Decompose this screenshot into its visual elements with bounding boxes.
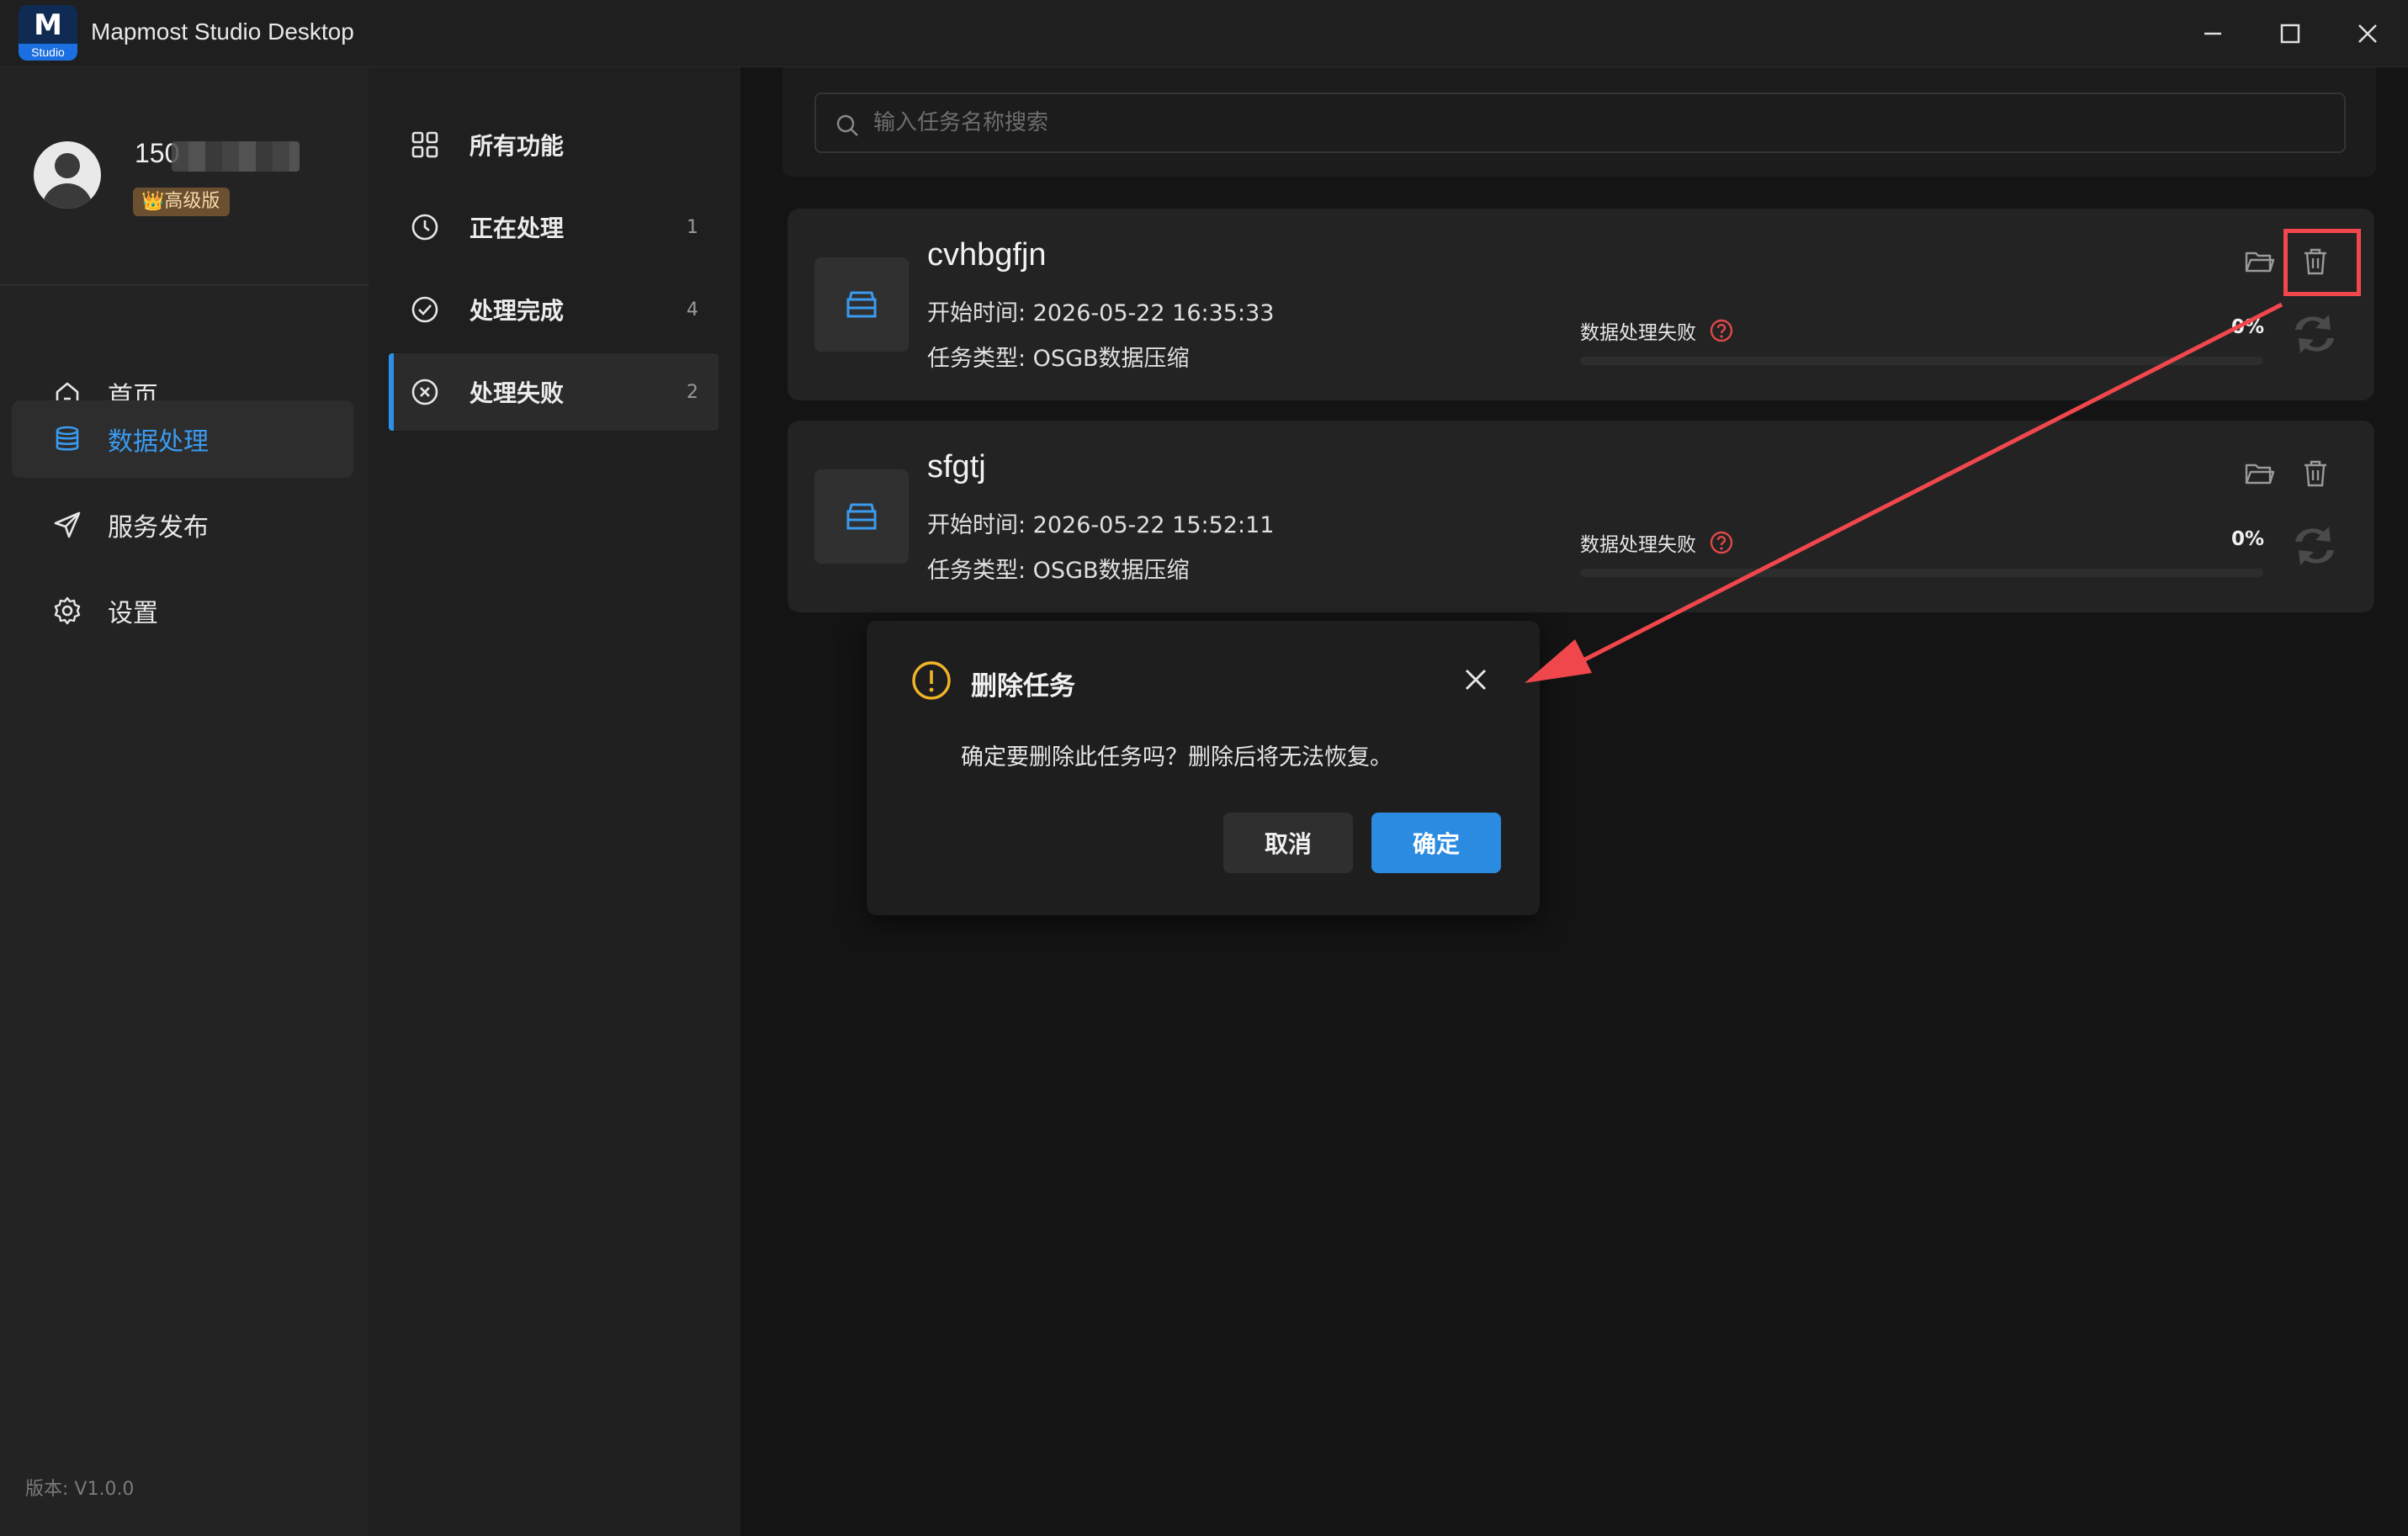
cancel-button[interactable]: 取消 [1223, 813, 1353, 873]
layers-icon [846, 291, 877, 318]
sidebar: 150 👑高级版 首页 数据处理 服务发布 设置 版本: V1.0.0 [0, 67, 369, 1536]
task-start-time: 开始时间: 2026-05-22 15:52:11 [927, 512, 1275, 538]
send-icon [54, 511, 81, 538]
dialog-message: 确定要删除此任务吗？删除后将无法恢复。 [961, 744, 1392, 771]
dialog-title: 删除任务 [971, 671, 1075, 702]
avatar[interactable] [34, 141, 101, 209]
task-type: 任务类型: OSGB数据压缩 [927, 346, 1190, 372]
progress-percent: 0% [2231, 528, 2265, 550]
subnav-count: 2 [687, 381, 698, 403]
avatar-head [55, 153, 80, 178]
progress-percent: 0% [2231, 316, 2265, 338]
retry-icon[interactable] [2285, 516, 2344, 575]
subnav-count: 4 [687, 299, 698, 320]
subnav-panel: 所有功能 正在处理 1 处理完成 4 处理失败 2 [369, 67, 740, 1536]
subnav-label: 处理完成 [469, 297, 565, 325]
sidebar-item-data-processing[interactable]: 数据处理 [12, 400, 353, 478]
task-status: 数据处理失败 [1580, 528, 1735, 557]
sidebar-item-label: 数据处理 [108, 427, 209, 457]
gear-icon [54, 596, 81, 625]
subnav-item-processing[interactable]: 正在处理 1 [389, 188, 719, 266]
task-type: 任务类型: OSGB数据压缩 [927, 558, 1190, 584]
grid-icon [411, 131, 438, 158]
search-icon [836, 114, 858, 136]
annotation-highlight-box [2283, 229, 2361, 296]
maximize-button[interactable] [2265, 12, 2315, 56]
version-label: 版本: V1.0.0 [25, 1479, 135, 1500]
status-text: 数据处理失败 [1580, 322, 1696, 344]
trash-icon[interactable] [2300, 458, 2331, 490]
subnav-label: 正在处理 [469, 215, 565, 242]
x-circle-icon [411, 379, 438, 405]
close-window-button[interactable] [2342, 12, 2393, 56]
minimize-button[interactable] [2188, 12, 2238, 56]
subnav-count: 1 [687, 216, 698, 238]
avatar-body [42, 183, 93, 209]
title-bar: M Studio Mapmost Studio Desktop [0, 0, 2408, 67]
sidebar-item-label: 设置 [108, 599, 158, 628]
subnav-label: 所有功能 [469, 132, 565, 160]
clock-icon [411, 214, 438, 241]
task-card[interactable]: cvhbgfjn 开始时间: 2026-05-22 16:35:33 任务类型:… [788, 209, 2374, 400]
subnav-item-failed[interactable]: 处理失败 2 [389, 353, 719, 431]
task-name: cvhbgfjn [927, 237, 1047, 273]
subnav-item-all[interactable]: 所有功能 [389, 106, 719, 183]
premium-badge: 👑高级版 [133, 188, 231, 216]
sidebar-divider [0, 284, 369, 286]
username-blurred [172, 141, 300, 172]
search-input[interactable] [873, 106, 2304, 140]
retry-icon[interactable] [2285, 305, 2344, 363]
delete-task-dialog: 删除任务 确定要删除此任务吗？删除后将无法恢复。 取消 确定 [867, 621, 1540, 915]
confirm-button[interactable]: 确定 [1371, 813, 1501, 873]
minimize-icon [2204, 32, 2221, 35]
logo-subtext: Studio [19, 44, 77, 61]
close-icon [2358, 24, 2377, 43]
layers-icon [846, 503, 877, 530]
subnav-label: 处理失败 [469, 379, 565, 407]
close-icon [1465, 669, 1487, 691]
task-name: sfgtj [927, 449, 986, 485]
maximize-icon [2280, 24, 2300, 44]
sidebar-item-settings[interactable]: 设置 [12, 572, 353, 649]
folder-icon[interactable] [2243, 458, 2275, 490]
app-logo: M Studio [19, 5, 77, 61]
task-thumbnail [814, 257, 909, 352]
status-text: 数据处理失败 [1580, 534, 1696, 556]
folder-icon[interactable] [2243, 246, 2275, 278]
sidebar-item-publish[interactable]: 服务发布 [12, 486, 353, 564]
database-icon [56, 426, 79, 451]
subnav-item-completed[interactable]: 处理完成 4 [389, 271, 719, 348]
help-icon[interactable] [1708, 529, 1735, 556]
logo-letter: M [34, 8, 62, 42]
task-start-time: 开始时间: 2026-05-22 16:35:33 [927, 300, 1275, 326]
dialog-close-button[interactable] [1456, 659, 1496, 700]
task-thumbnail [814, 469, 909, 564]
task-card[interactable]: sfgtj 开始时间: 2026-05-22 15:52:11 任务类型: OS… [788, 421, 2374, 612]
check-circle-icon [411, 296, 438, 323]
progress-bar [1580, 569, 2263, 577]
sidebar-item-label: 服务发布 [108, 513, 209, 543]
help-icon[interactable] [1708, 317, 1735, 344]
window-title: Mapmost Studio Desktop [91, 19, 354, 45]
task-status: 数据处理失败 [1580, 316, 1735, 345]
progress-bar [1580, 357, 2263, 365]
warning-icon [912, 661, 951, 700]
search-box[interactable] [814, 93, 2346, 153]
